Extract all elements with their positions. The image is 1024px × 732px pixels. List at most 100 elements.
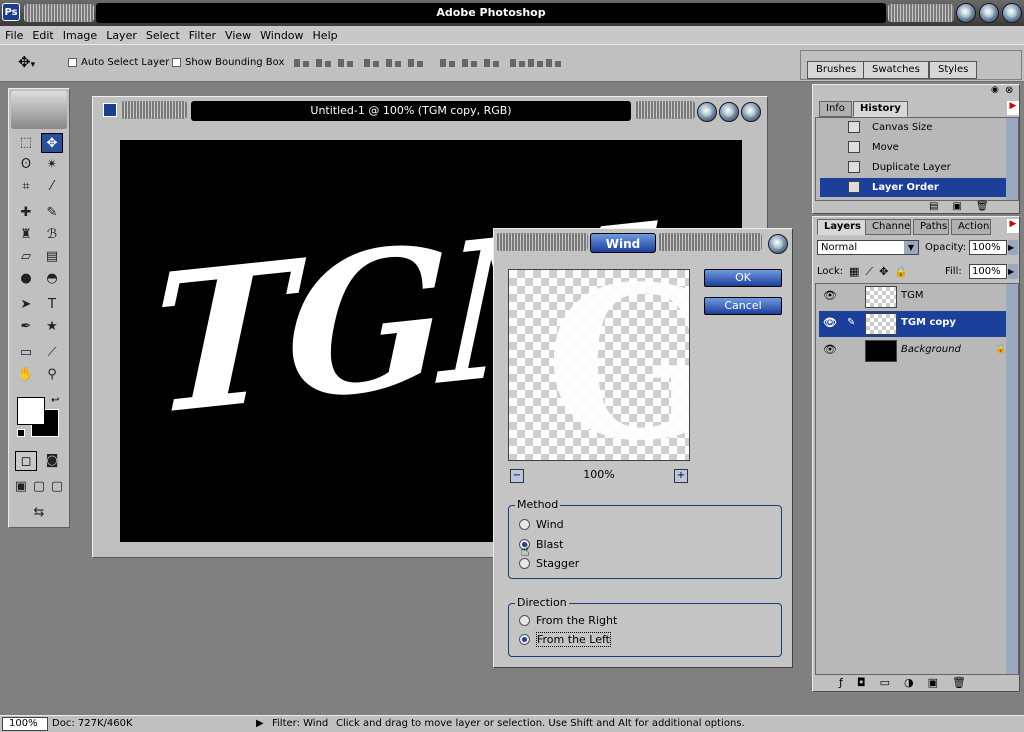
status-zoom-input[interactable]: 100% [2,717,48,731]
jump-to-imageready-icon[interactable]: ⇆ [15,503,63,523]
menu-edit[interactable]: Edit [29,29,56,42]
tab-layers[interactable]: Layers [817,219,868,235]
zoom-tool-icon[interactable]: ⚲ [41,365,63,385]
tab-styles[interactable]: Styles [929,61,978,79]
layer-row[interactable]: 👁 Background 🔒 [819,338,1009,364]
lock-icons[interactable]: ▦⟋✥🔒 [849,265,914,279]
fill-slider-icon[interactable]: ▶ [1008,264,1018,279]
blur-tool-icon[interactable]: ● [15,269,37,289]
status-menu-arrow-icon[interactable]: ▶ [256,718,264,729]
align-vcenter-icon[interactable] [314,57,334,69]
dodge-tool-icon[interactable]: ◓ [41,269,63,289]
crop-tool-icon[interactable]: ⌗ [15,177,37,197]
magic-wand-tool-icon[interactable]: ✴ [41,155,63,175]
path-selection-tool-icon[interactable]: ➤ [15,295,37,315]
screen-mode-standard-icon[interactable]: ▣ [13,477,29,497]
maximize-button[interactable] [979,3,999,23]
document-maximize-button[interactable] [719,102,739,122]
close-button[interactable] [1002,3,1022,23]
distribute-vcenter-icon[interactable] [460,57,480,69]
tab-channels[interactable]: Channels [865,219,911,235]
tab-actions[interactable]: Actions [951,219,991,235]
layers-actions-icons[interactable]: ƒ◘▭◑▣🗑 [839,676,980,689]
hand-tool-icon[interactable]: ✋ [15,365,37,385]
menu-filter[interactable]: Filter [186,29,219,42]
filter-preview[interactable]: G [508,269,690,461]
type-tool-icon[interactable]: T [41,295,63,315]
document-icon[interactable] [103,103,117,117]
eye-icon[interactable]: 👁 [823,344,837,356]
healing-brush-tool-icon[interactable]: ✚ [15,203,37,223]
tab-brushes[interactable]: Brushes [807,61,866,79]
history-scrollbar[interactable] [1006,118,1018,200]
blend-mode-select[interactable]: Normal ▼ [817,240,919,255]
cancel-button[interactable]: Cancel [704,297,782,315]
distribute-left-icon[interactable] [508,57,528,69]
history-menu-icon[interactable]: ▶ [1007,101,1019,115]
zoom-in-button[interactable]: + [674,469,688,483]
history-item[interactable]: Move [820,138,1008,157]
document-minimize-button[interactable] [697,102,717,122]
opacity-slider-icon[interactable]: ▶ [1008,240,1018,255]
menu-help[interactable]: Help [310,29,341,42]
align-hcenter-icon[interactable] [384,57,404,69]
tab-history[interactable]: History [853,101,908,117]
distribute-hcenter-icon[interactable] [526,57,546,69]
layers-menu-icon[interactable]: ▶ [1007,219,1019,233]
align-bottom-icon[interactable] [336,57,356,69]
menu-image[interactable]: Image [60,29,100,42]
auto-select-layer-checkbox[interactable]: Auto Select Layer [68,57,169,68]
toolbox-header-icon[interactable] [11,91,67,129]
screen-mode-full-menu-icon[interactable]: ▢ [31,477,47,497]
tab-paths[interactable]: Paths [913,219,949,235]
show-bounding-box-checkbox[interactable]: Show Bounding Box [172,57,284,68]
align-right-icon[interactable] [406,57,426,69]
distribute-bottom-icon[interactable] [482,57,502,69]
direction-from-right-radio[interactable]: From the Right [519,612,617,628]
pen-tool-icon[interactable]: ✒ [15,317,37,337]
notes-tool-icon[interactable]: ▭ [15,343,37,363]
fill-input[interactable]: 100% [969,264,1007,279]
slice-tool-icon[interactable]: ⁄ [41,177,63,197]
layer-row[interactable]: 👁 TGM [819,284,1009,310]
menu-file[interactable]: File [2,29,26,42]
method-wind-radio[interactable]: Wind [519,516,564,532]
eyedropper-tool-icon[interactable]: ⟋ [41,343,63,363]
shape-tool-icon[interactable]: ★ [41,317,63,337]
tab-info[interactable]: Info [819,101,852,117]
opacity-input[interactable]: 100% [969,240,1007,255]
brush-tool-icon[interactable]: ✎ [41,203,63,223]
clone-stamp-tool-icon[interactable]: ♜ [15,225,37,245]
screen-mode-full-icon[interactable]: ▢ [49,477,65,497]
document-close-button[interactable] [741,102,761,122]
distribute-right-icon[interactable] [544,57,564,69]
menu-window[interactable]: Window [257,29,306,42]
distribute-top-icon[interactable] [438,57,458,69]
layers-scrollbar[interactable] [1006,284,1018,674]
eraser-tool-icon[interactable]: ▱ [15,247,37,267]
default-colors-icon[interactable] [17,429,25,437]
swap-colors-icon[interactable]: ↩ [51,395,59,406]
gradient-tool-icon[interactable]: ▤ [41,247,63,267]
foreground-color-swatch[interactable] [17,397,45,425]
eye-icon[interactable]: 👁 [823,290,837,302]
tab-swatches[interactable]: Swatches [863,61,929,79]
quick-mask-mode-icon[interactable]: ◙ [41,451,63,471]
align-left-icon[interactable] [362,57,382,69]
zoom-out-button[interactable]: − [510,469,524,483]
menu-select[interactable]: Select [143,29,183,42]
menu-view[interactable]: View [222,29,254,42]
lasso-tool-icon[interactable]: ʘ [15,155,37,175]
marquee-tool-icon[interactable]: ⬚ [15,133,37,153]
move-tool-icon[interactable]: ✥ [41,133,63,153]
ok-button[interactable]: OK [704,269,782,287]
photoshop-logo-icon[interactable]: Ps [2,3,20,21]
history-item[interactable]: Canvas Size [820,118,1008,137]
history-item[interactable]: Duplicate Layer [820,158,1008,177]
palette-close-icon[interactable]: ⊗ [1005,85,1013,96]
history-actions-icons[interactable]: ▤▣🗑 [929,201,1003,212]
history-item-selected[interactable]: Layer Order [820,178,1008,197]
minimize-button[interactable] [956,3,976,23]
eye-icon[interactable]: 👁 [823,317,837,329]
move-tool-preset-icon[interactable]: ✥▾ [18,53,35,71]
